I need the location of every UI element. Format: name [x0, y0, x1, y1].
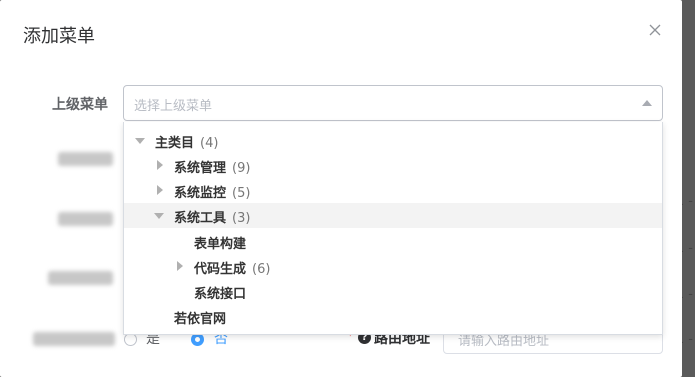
parent-menu-tree-dropdown: 主类目 (4) 系统管理 (9) 系统监控 (5) 系统工具 (3) 表单构建 代码生成… — [123, 122, 663, 335]
tree-node-main[interactable]: 主类目 (4) — [124, 128, 662, 153]
parent-menu-select[interactable]: 选择上级菜单 — [123, 85, 663, 121]
tree-node-label: 系统管理 (9) — [174, 161, 251, 176]
caret-right-icon[interactable] — [177, 261, 183, 271]
tree-node-code-gen[interactable]: 代码生成 (6) — [124, 254, 662, 279]
parent-menu-label: 上级菜单 — [52, 97, 108, 113]
tree-node-label: 若依官网 — [174, 312, 227, 327]
dialog-title: 添加菜单 — [23, 26, 95, 47]
tree-node-label: 代码生成 (6) — [194, 262, 271, 277]
tree-node-label: 系统工具 (3) — [174, 211, 251, 226]
caret-down-icon[interactable] — [135, 138, 145, 144]
blurred-label — [33, 332, 115, 346]
chevron-up-icon — [642, 100, 652, 106]
caret-down-icon[interactable] — [154, 213, 164, 219]
tree-node-ruoyi-site[interactable]: 若依官网 — [124, 304, 662, 329]
close-icon[interactable] — [645, 20, 665, 40]
tree-node-form-builder[interactable]: 表单构建 — [124, 229, 662, 254]
tree-node-system-api[interactable]: 系统接口 — [124, 279, 662, 304]
add-menu-dialog: 添加菜单 上级菜单 选择上级菜单 是 否 * ? 路由地址 请输入路由地址 主类… — [0, 0, 682, 377]
blurred-label — [58, 152, 113, 166]
blurred-label — [58, 212, 113, 226]
caret-right-icon[interactable] — [157, 185, 163, 195]
tree-node-label: 系统监控 (5) — [174, 186, 251, 201]
tree-node-system-manage[interactable]: 系统管理 (9) — [124, 153, 662, 178]
tree-node-label: 系统接口 — [194, 287, 247, 302]
tree-node-label: 表单构建 — [194, 237, 247, 252]
tree-node-label: 主类目 (4) — [155, 136, 219, 151]
tree-node-system-monitor[interactable]: 系统监控 (5) — [124, 178, 662, 203]
blurred-label — [48, 271, 113, 285]
parent-menu-placeholder: 选择上级菜单 — [134, 99, 213, 114]
tree-node-system-tools[interactable]: 系统工具 (3) — [124, 203, 662, 228]
caret-right-icon[interactable] — [157, 160, 163, 170]
